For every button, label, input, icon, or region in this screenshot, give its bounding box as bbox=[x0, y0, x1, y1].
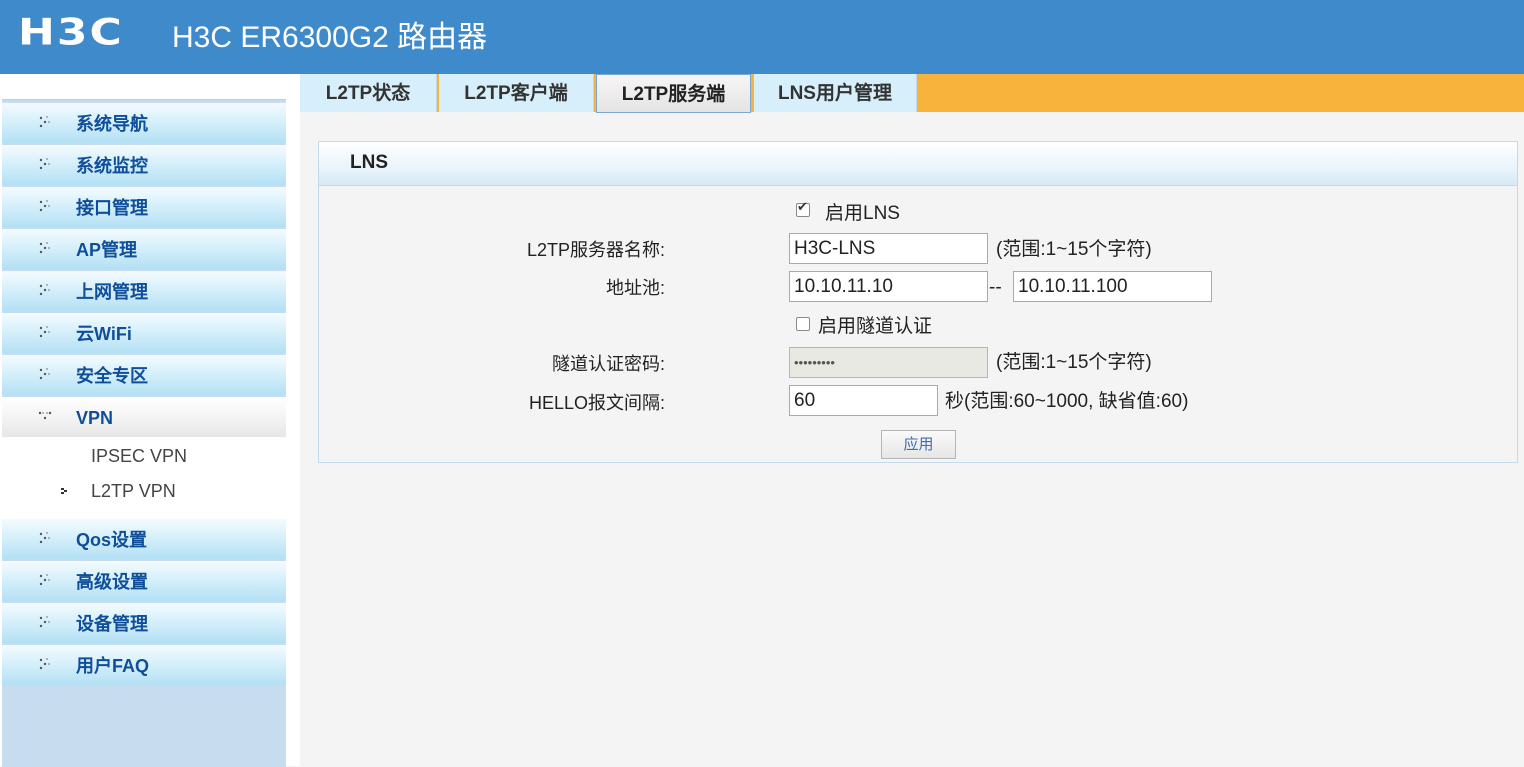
sidebar-item-system-nav[interactable]: 系统导航 bbox=[2, 103, 286, 143]
chevron-right-icon bbox=[39, 158, 50, 170]
sidebar-item-label: 设备管理 bbox=[76, 614, 148, 634]
enable-lns-checkbox[interactable] bbox=[796, 199, 810, 217]
tab-l2tp-status[interactable]: L2TP状态 bbox=[300, 74, 437, 112]
pool-start-input[interactable] bbox=[789, 271, 988, 302]
hello-interval-hint: 秒(范围:60~1000, 缺省值:60) bbox=[945, 391, 1189, 412]
chevron-right-icon bbox=[39, 242, 50, 254]
server-name-label: L2TP服务器名称: bbox=[526, 240, 665, 260]
sidebar-item-cloud-wifi[interactable]: 云WiFi bbox=[2, 313, 286, 353]
chevron-right-icon bbox=[39, 368, 50, 380]
enable-tunnel-auth-checkbox[interactable] bbox=[796, 317, 810, 331]
chevron-down-icon bbox=[38, 411, 52, 420]
sidebar-divider bbox=[286, 74, 300, 766]
sidebar-item-vpn[interactable]: VPN bbox=[2, 397, 286, 437]
brand-logo: H3C bbox=[18, 11, 124, 54]
tab-bar: L2TP状态 L2TP客户端 L2TP服务端 LNS用户管理 bbox=[300, 74, 1524, 113]
tab-lns-users[interactable]: LNS用户管理 bbox=[754, 74, 917, 112]
sidebar-item-security[interactable]: 安全专区 bbox=[2, 355, 286, 395]
sidebar-item-label: 云WiFi bbox=[76, 324, 132, 344]
lns-panel: LNS 启用LNS L2TP服务器名称: (范围:1~15个字符) 地址池: -… bbox=[318, 141, 1518, 463]
selected-marker-icon bbox=[61, 488, 67, 494]
sidebar-item-label: 高级设置 bbox=[76, 572, 148, 592]
tunnel-password-hint: (范围:1~15个字符) bbox=[996, 352, 1152, 373]
tab-l2tp-server[interactable]: L2TP服务端 bbox=[596, 74, 751, 113]
sidebar-item-label: 接口管理 bbox=[76, 198, 148, 218]
sidebar-item-ap[interactable]: AP管理 bbox=[2, 229, 286, 269]
sidebar-item-device[interactable]: 设备管理 bbox=[2, 603, 286, 643]
chevron-right-icon bbox=[39, 616, 50, 628]
sidebar-item-faq[interactable]: 用户FAQ bbox=[2, 645, 286, 685]
tab-l2tp-client[interactable]: L2TP客户端 bbox=[439, 74, 594, 112]
chevron-right-icon bbox=[39, 116, 50, 128]
hello-interval-label: HELLO报文间隔: bbox=[528, 393, 665, 413]
submenu-item-l2tp-vpn[interactable]: L2TP VPN bbox=[91, 480, 176, 502]
panel-title: LNS bbox=[350, 152, 388, 173]
chevron-right-icon bbox=[39, 574, 50, 586]
vpn-submenu: IPSEC VPN L2TP VPN bbox=[2, 437, 286, 519]
sidebar-menu: 系统导航 系统监控 接口管理 AP管理 上网管理 云WiFi 安全专区 VPN bbox=[2, 99, 286, 767]
app-title: H3C ER6300G2 路由器 bbox=[172, 21, 488, 54]
pool-end-input[interactable] bbox=[1013, 271, 1212, 302]
address-pool-label: 地址池: bbox=[605, 278, 665, 298]
sidebar-item-label: Qos设置 bbox=[76, 530, 148, 550]
sidebar-item-label: VPN bbox=[76, 408, 114, 428]
sidebar-item-label: 安全专区 bbox=[76, 366, 148, 386]
chevron-right-icon bbox=[39, 284, 50, 296]
sidebar-item-advanced[interactable]: 高级设置 bbox=[2, 561, 286, 601]
tunnel-password-input[interactable] bbox=[789, 347, 988, 378]
pool-separator: -- bbox=[989, 277, 1002, 298]
sidebar-item-label: 系统监控 bbox=[76, 156, 148, 176]
sidebar-item-label: 系统导航 bbox=[76, 114, 148, 134]
tunnel-password-label: 隧道认证密码: bbox=[551, 354, 665, 374]
sidebar-item-label: 上网管理 bbox=[76, 282, 148, 302]
enable-lns-label: 启用LNS bbox=[825, 203, 900, 224]
sidebar: 系统导航 系统监控 接口管理 AP管理 上网管理 云WiFi 安全专区 VPN bbox=[0, 74, 300, 767]
sidebar-item-internet[interactable]: 上网管理 bbox=[2, 271, 286, 311]
chevron-right-icon bbox=[39, 532, 50, 544]
chevron-right-icon bbox=[39, 658, 50, 670]
apply-button[interactable]: 应用 bbox=[881, 430, 956, 459]
sidebar-item-system-monitor[interactable]: 系统监控 bbox=[2, 145, 286, 185]
sidebar-item-label: AP管理 bbox=[76, 240, 138, 260]
hello-interval-input[interactable] bbox=[789, 385, 938, 416]
sidebar-item-interface[interactable]: 接口管理 bbox=[2, 187, 286, 227]
top-header: H3C H3C ER6300G2 路由器 bbox=[0, 0, 1524, 74]
submenu-item-ipsec-vpn[interactable]: IPSEC VPN bbox=[91, 445, 187, 467]
sidebar-item-label: 用户FAQ bbox=[76, 656, 150, 676]
enable-tunnel-auth-label: 启用隧道认证 bbox=[818, 316, 933, 337]
sidebar-item-qos[interactable]: Qos设置 bbox=[2, 519, 286, 559]
server-name-input[interactable] bbox=[789, 233, 988, 264]
chevron-right-icon bbox=[39, 326, 50, 338]
chevron-right-icon bbox=[39, 200, 50, 212]
server-name-hint: (范围:1~15个字符) bbox=[996, 239, 1152, 260]
panel-header: LNS bbox=[319, 142, 1517, 186]
